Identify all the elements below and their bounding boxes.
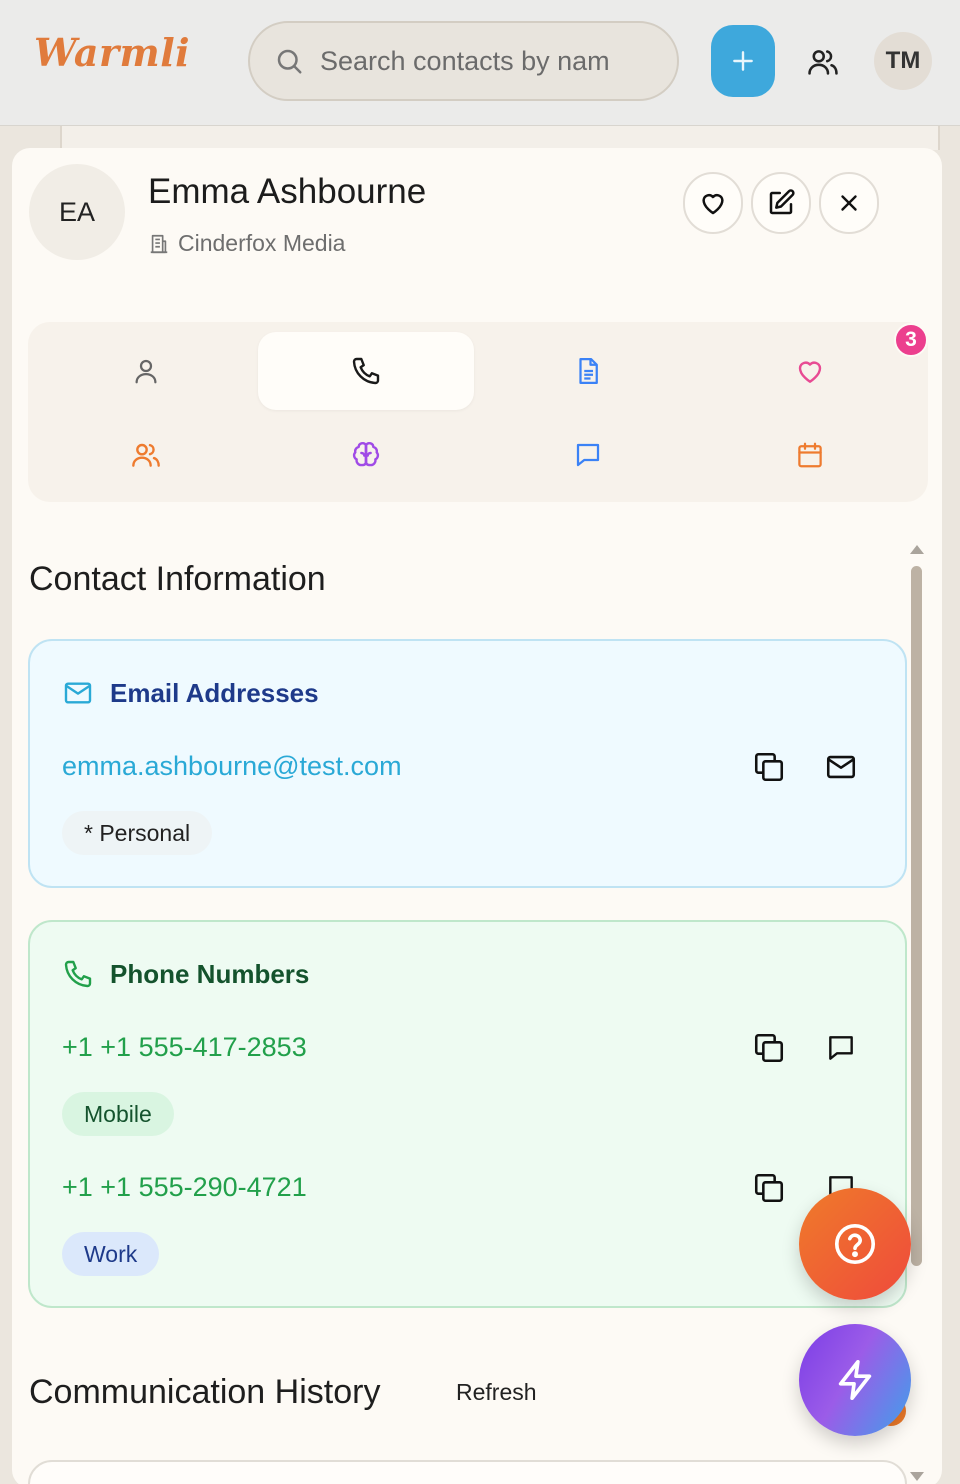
copy-email-button[interactable] [749,747,789,787]
copy-phone-button[interactable] [749,1168,789,1208]
contact-detail-panel: EA Emma Ashbourne Cinderfox Media 3 Cont… [12,148,942,1484]
background-panel [60,126,940,150]
heart-icon [794,355,826,387]
top-bar: Warmli TM [0,0,960,126]
message-phone-button[interactable] [821,1028,861,1068]
phone-heading-label: Phone Numbers [110,958,310,989]
users-icon [130,439,162,471]
tab-contact-info[interactable] [258,332,474,410]
tab-favorites[interactable] [702,332,918,410]
company-label: Cinderfox Media [178,230,346,256]
phone-icon [62,958,110,990]
section-title: Contact Information [29,560,326,598]
send-email-button[interactable] [821,747,861,787]
copy-phone-button[interactable] [749,1028,789,1068]
copy-icon [752,1171,786,1205]
email-heading-label: Email Addresses [110,677,319,708]
phone-type-tag: Work [62,1232,160,1276]
phone-number[interactable]: +1 +1 555-290-4721 [62,1172,307,1203]
plus-icon [730,48,756,74]
heart-icon [698,188,728,218]
edit-contact-button[interactable] [751,172,811,234]
building-icon [148,233,178,255]
tab-insights[interactable] [258,416,474,494]
search-icon [274,46,304,76]
app-logo[interactable]: Warmli [34,30,190,75]
tab-calendar[interactable] [702,416,918,494]
contact-company: Cinderfox Media [148,230,345,257]
phone-type-tag: Mobile [62,1092,174,1136]
copy-icon [752,1031,786,1065]
scrollbar-thumb[interactable] [911,566,922,1266]
email-type-tag: * Personal [62,811,213,855]
quick-actions-button[interactable] [799,1324,911,1436]
phone-icon [350,355,382,387]
tab-relationships[interactable] [38,416,254,494]
section-tabs [28,322,928,502]
search-box[interactable] [248,21,679,101]
scroll-up-arrow[interactable] [910,545,924,554]
phone-number[interactable]: +1 +1 555-417-2853 [62,1032,307,1063]
lightning-icon [832,1357,878,1403]
notification-badge: 3 [894,323,928,357]
scroll-down-arrow[interactable] [910,1472,924,1481]
user-icon [131,356,161,386]
close-icon [836,190,862,216]
help-icon [832,1221,878,1267]
mail-icon [62,677,110,709]
help-button[interactable] [799,1188,911,1300]
brain-icon [350,439,382,471]
message-icon [825,1032,857,1064]
contact-name: Emma Ashbourne [148,172,427,211]
favorite-button[interactable] [683,172,743,234]
close-button[interactable] [819,172,879,234]
calendar-icon [795,440,825,470]
search-input[interactable] [320,45,660,77]
edit-icon [766,188,796,218]
copy-icon [752,750,786,784]
communication-history-title: Communication History [29,1373,381,1411]
document-icon [573,356,603,386]
email-address[interactable]: emma.ashbourne@test.com [62,751,402,782]
tab-profile[interactable] [38,332,254,410]
email-heading: Email Addresses [62,677,319,709]
contact-avatar: EA [29,164,125,260]
add-contact-button[interactable] [711,25,775,97]
user-avatar[interactable]: TM [874,32,932,90]
contacts-button[interactable] [800,42,846,82]
refresh-button[interactable]: Refresh [456,1379,537,1406]
communication-history-list [28,1460,907,1484]
message-icon [573,440,603,470]
email-section: Email Addresses emma.ashbourne@test.com … [28,639,907,888]
tab-messages[interactable] [480,416,696,494]
mail-icon [824,750,858,784]
phone-section: Phone Numbers +1 +1 555-417-2853 Mobile … [28,920,907,1308]
users-icon [806,45,840,79]
tab-notes[interactable] [480,332,696,410]
phone-heading: Phone Numbers [62,958,309,990]
